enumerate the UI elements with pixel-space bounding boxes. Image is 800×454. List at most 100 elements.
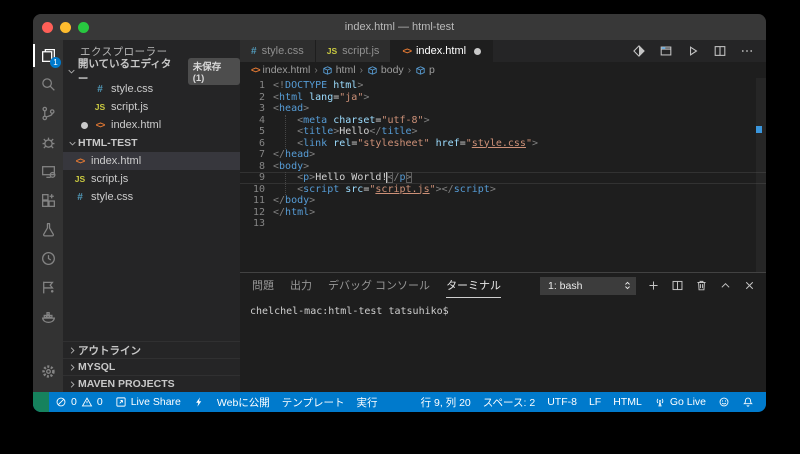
activity-item-test-flask[interactable]: [33, 215, 63, 244]
code-line-10[interactable]: 10 <script src="script.js"></script>: [240, 184, 766, 196]
maximize-panel-button[interactable]: [719, 279, 732, 292]
line-number: 4: [240, 115, 273, 127]
status-indentation[interactable]: スペース: 2: [477, 392, 541, 412]
editor-scrollbar[interactable]: [756, 78, 766, 272]
warning-count: 0: [97, 396, 103, 408]
status-notifications[interactable]: [736, 392, 760, 412]
css-file-icon: #: [74, 192, 86, 203]
status-go-live[interactable]: Go Live: [648, 392, 712, 412]
code-line-6[interactable]: 6 <link rel="stylesheet" href="style.css…: [240, 138, 766, 150]
activity-item-debug[interactable]: [33, 128, 63, 157]
close-window-button[interactable]: [42, 22, 53, 33]
tab-index.html[interactable]: <>index.html: [391, 40, 493, 62]
status-label: スペース: 2: [483, 395, 535, 410]
zoom-window-button[interactable]: [78, 22, 89, 33]
status-encoding[interactable]: UTF-8: [541, 392, 583, 412]
problems-indicator[interactable]: 00: [49, 392, 109, 412]
status-eol[interactable]: LF: [583, 392, 607, 412]
open-editor-index.html[interactable]: <>index.html: [63, 116, 240, 134]
sidebar-section-アウトライン[interactable]: アウトライン: [63, 341, 240, 358]
breadcrumb[interactable]: <>index.html›html›body›p: [240, 62, 766, 78]
code-line-11[interactable]: 11</body>: [240, 195, 766, 207]
file-script.js[interactable]: JSscript.js: [63, 170, 240, 188]
run-button[interactable]: [686, 44, 700, 58]
code-line-12[interactable]: 12</html>: [240, 207, 766, 219]
project-section-header[interactable]: HTML-TEST: [63, 134, 240, 152]
status-live-share[interactable]: Live Share: [109, 392, 187, 412]
status-bolt[interactable]: [187, 392, 211, 412]
code-line-5[interactable]: 5 <title>Hello</title>: [240, 126, 766, 138]
split-editor-button[interactable]: [713, 44, 727, 58]
activity-item-docker[interactable]: [33, 302, 63, 331]
tab-script.js[interactable]: JSscript.js: [316, 40, 392, 62]
status-run-task[interactable]: 実行: [350, 392, 383, 412]
status-language-mode[interactable]: HTML: [607, 392, 648, 412]
symbol-element-icon: [322, 65, 333, 76]
code-line-7[interactable]: 7</head>: [240, 149, 766, 161]
activity-item-search[interactable]: [33, 70, 63, 99]
line-number: 13: [240, 218, 273, 230]
open-editors-section-header[interactable]: 開いているエディター 未保存 (1): [63, 62, 240, 80]
activity-item-extensions[interactable]: [33, 186, 63, 215]
panel-tab-出力[interactable]: 出力: [290, 273, 312, 298]
breadcrumb-item-html[interactable]: html: [322, 64, 356, 76]
code-line-8[interactable]: 8<body>: [240, 161, 766, 173]
code-line-9[interactable]: 9 <p>Hello World!</p>: [240, 172, 766, 184]
activity-item-explorer[interactable]: 1: [33, 41, 63, 70]
kill-terminal-button[interactable]: [695, 279, 708, 292]
activity-item-source-control[interactable]: [33, 99, 63, 128]
minimize-window-button[interactable]: [60, 22, 71, 33]
status-label: HTML: [613, 396, 642, 408]
panel-tab-ターミナル[interactable]: ターミナル: [446, 273, 501, 298]
unsaved-dot-icon: [474, 48, 481, 55]
breadcrumb-separator: ›: [313, 65, 318, 76]
file-index.html[interactable]: <>index.html: [63, 152, 240, 170]
panel-tab-問題[interactable]: 問題: [252, 273, 274, 298]
activity-item-settings-gear[interactable]: [33, 357, 63, 386]
status-feedback[interactable]: [712, 392, 736, 412]
warning-icon: [81, 396, 93, 408]
code-line-1[interactable]: 1<!DOCTYPE html>: [240, 80, 766, 92]
status-label: Webに公開: [217, 395, 270, 410]
breadcrumb-item-index.html[interactable]: <>index.html: [251, 64, 310, 76]
status-template[interactable]: テンプレート: [276, 392, 351, 412]
open-editor-script.js[interactable]: JSscript.js: [63, 98, 240, 116]
title-bar[interactable]: index.html — html-test: [33, 14, 766, 40]
new-terminal-button[interactable]: [647, 279, 660, 292]
panel-tab-デバッグ コンソール[interactable]: デバッグ コンソール: [328, 273, 430, 298]
status-label: UTF-8: [547, 396, 577, 408]
activity-item-remote-explorer[interactable]: [33, 157, 63, 186]
status-cursor-position[interactable]: 行 9, 列 20: [415, 392, 477, 412]
code-text: <head>: [273, 103, 309, 115]
html-file-icon: <>: [251, 65, 260, 75]
code-line-13[interactable]: 13: [240, 218, 766, 230]
activity-item-time-tracker[interactable]: [33, 244, 63, 273]
file-style.css[interactable]: #style.css: [63, 188, 240, 206]
close-panel-button[interactable]: [743, 279, 756, 292]
open-in-browser-button[interactable]: [659, 44, 673, 58]
code-editor[interactable]: 1<!DOCTYPE html>2<html lang="ja">3<head>…: [240, 78, 766, 272]
code-line-3[interactable]: 3<head>: [240, 103, 766, 115]
more-actions-button[interactable]: [740, 44, 754, 58]
terminal-select[interactable]: 1: bash: [540, 277, 636, 295]
open-changes-button[interactable]: [632, 44, 646, 58]
smiley-icon: [718, 396, 730, 408]
split-terminal-button[interactable]: [671, 279, 684, 292]
activity-item-flag-extension[interactable]: [33, 273, 63, 302]
breadcrumb-item-body[interactable]: body: [367, 64, 404, 76]
breadcrumb-item-p[interactable]: p: [415, 64, 435, 76]
terminal-output[interactable]: chelchel-mac:html-test tatsuhiko$: [240, 298, 766, 392]
extensions-icon: [40, 192, 57, 209]
bottom-panel: 問題出力デバッグ コンソールターミナル 1: bash chelchel-mac…: [240, 272, 766, 392]
html-file-icon: <>: [74, 156, 86, 166]
code-line-4[interactable]: 4 <meta charset="utf-8">: [240, 115, 766, 127]
status-publish-web[interactable]: Webに公開: [211, 392, 276, 412]
remote-indicator[interactable]: [33, 392, 49, 412]
code-line-2[interactable]: 2<html lang="ja">: [240, 92, 766, 104]
open-editor-style.css[interactable]: #style.css: [63, 80, 240, 98]
debug-icon: [40, 134, 57, 151]
sidebar-section-MYSQL[interactable]: MYSQL: [63, 358, 240, 375]
sidebar-section-MAVEN PROJECTS[interactable]: MAVEN PROJECTS: [63, 375, 240, 392]
indent-guide: [285, 115, 286, 150]
tab-style.css[interactable]: #style.css: [240, 40, 316, 62]
